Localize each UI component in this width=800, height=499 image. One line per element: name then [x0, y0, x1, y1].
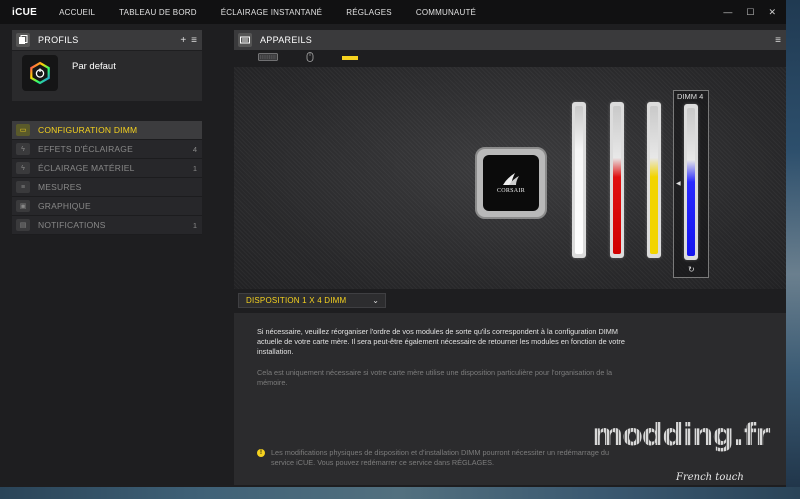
icue-window: iCUE ACCUEIL TABLEAU DE BORD ÉCLAIRAGE I… — [0, 0, 786, 487]
menu-item-graphique[interactable]: ▣ GRAPHIQUE — [12, 197, 202, 216]
devices-menu-icon[interactable]: ≡ — [775, 35, 781, 46]
dimm-module-1[interactable] — [572, 102, 586, 258]
info-note-text: Les modifications physiques de dispositi… — [271, 448, 610, 467]
maximize-button[interactable]: ☐ — [746, 7, 754, 18]
profiles-icon — [16, 33, 30, 47]
mouse-icon[interactable] — [306, 52, 314, 64]
watermark-logo: modding.fr — [592, 418, 782, 453]
dimm-4-arrow-icon: ◀ — [676, 181, 681, 187]
desktop-wallpaper — [786, 0, 800, 499]
dimm-3-light — [650, 106, 658, 254]
lightning-icon: ϟ — [16, 143, 30, 155]
info-warning-icon: ! — [257, 449, 265, 457]
minimize-button[interactable]: — — [723, 7, 732, 18]
profiles-title: PROFILS — [38, 35, 79, 45]
cooler-screen: CORSAIR — [483, 155, 539, 211]
menu-item-effets-eclairage[interactable]: ϟ EFFETS D'ÉCLAIRAGE 4 — [12, 140, 202, 159]
device-menu: ▭ CONFIGURATION DIMM ϟ EFFETS D'ÉCLAIRAG… — [12, 121, 202, 235]
dimm-1-light — [575, 106, 583, 254]
menu-item-notifications[interactable]: ▤ NOTIFICATIONS 1 — [12, 216, 202, 235]
nav-communaute[interactable]: COMMUNAUTÉ — [416, 8, 476, 17]
top-nav: ACCUEIL TABLEAU DE BORD ÉCLAIRAGE INSTAN… — [59, 8, 500, 17]
profiles-header: PROFILS + ≡ — [12, 30, 202, 50]
title-bar: iCUE ACCUEIL TABLEAU DE BORD ÉCLAIRAGE I… — [0, 0, 786, 24]
profiles-actions: + ≡ — [180, 35, 202, 46]
image-icon: ▣ — [16, 200, 30, 212]
dimm-icon: ▭ — [16, 124, 30, 136]
memory-icon[interactable] — [342, 54, 358, 63]
window-controls: — ☐ ✕ — [723, 7, 786, 18]
close-button[interactable]: ✕ — [768, 7, 776, 18]
devices-title: APPAREILS — [260, 35, 313, 45]
dimm-4-light — [687, 108, 695, 256]
info-paragraph-1: Si nécessaire, veuillez réorganiser l'or… — [257, 327, 625, 356]
watermark: modding.fr French touch — [592, 418, 782, 498]
dimm-module-4[interactable] — [684, 104, 698, 260]
dimm-4-label: DIMM 4 — [677, 92, 704, 101]
info-paragraph-2: Cela est uniquement nécessaire si votre … — [257, 368, 613, 387]
menu-item-label: ÉCLAIRAGE MATÉRIEL — [38, 163, 135, 173]
nav-accueil[interactable]: ACCUEIL — [59, 8, 95, 17]
chat-icon: ▤ — [16, 219, 30, 231]
profile-item[interactable]: Par defaut — [12, 51, 202, 101]
cooler-brand: CORSAIR — [496, 188, 526, 194]
menu-item-label: CONFIGURATION DIMM — [38, 125, 138, 135]
nav-tableau-de-bord[interactable]: TABLEAU DE BORD — [119, 8, 197, 17]
cooler-pump-image: CORSAIR — [475, 147, 547, 219]
menu-item-label: EFFETS D'ÉCLAIRAGE — [38, 144, 133, 154]
dimm-2-light — [613, 106, 621, 254]
menu-item-count: 1 — [192, 163, 197, 173]
layout-bar: DISPOSITION 1 X 4 DIMM ⌄ — [234, 290, 786, 312]
menu-item-count: 1 — [192, 220, 197, 230]
dimm-module-3[interactable] — [647, 102, 661, 258]
menu-item-label: NOTIFICATIONS — [38, 220, 106, 230]
chevron-down-icon: ⌄ — [372, 296, 379, 305]
gauge-icon: ≡ — [16, 181, 30, 193]
add-profile-icon[interactable]: + — [180, 35, 186, 46]
menu-item-label: GRAPHIQUE — [38, 201, 91, 211]
lightning-icon: ϟ — [16, 162, 30, 174]
menu-item-label: MESURES — [38, 182, 82, 192]
menu-item-eclairage-materiel[interactable]: ϟ ÉCLAIRAGE MATÉRIEL 1 — [12, 159, 202, 178]
rotate-icon[interactable]: ↻ — [688, 265, 695, 274]
menu-item-count: 4 — [192, 144, 197, 154]
info-note: ! Les modifications physiques de disposi… — [257, 448, 637, 468]
corsair-sails-icon — [503, 173, 519, 185]
devices-icon — [238, 33, 252, 47]
watermark-tagline: French touch — [676, 472, 744, 483]
device-stage: CORSAIR DIMM 4 ◀ ↻ — [234, 67, 786, 289]
keyboard-icon[interactable] — [258, 53, 278, 63]
right-column: APPAREILS ≡ — [234, 30, 786, 64]
app-name: iCUE — [12, 6, 38, 18]
menu-item-mesures[interactable]: ≡ MESURES — [12, 178, 202, 197]
nav-reglages[interactable]: RÉGLAGES — [346, 8, 392, 17]
device-tabs — [234, 52, 786, 64]
nav-eclairage-instantane[interactable]: ÉCLAIRAGE INSTANTANÉ — [221, 8, 323, 17]
devices-actions: ≡ — [775, 35, 786, 46]
devices-header: APPAREILS ≡ — [234, 30, 786, 50]
dimm-layout-dropdown[interactable]: DISPOSITION 1 X 4 DIMM ⌄ — [238, 293, 386, 308]
dimm-module-2[interactable] — [610, 102, 624, 258]
profiles-menu-icon[interactable]: ≡ — [191, 35, 197, 46]
menu-item-configuration-dimm[interactable]: ▭ CONFIGURATION DIMM — [12, 121, 202, 140]
left-column: PROFILS + ≡ Par defaut ▭ CONFIGURATION D… — [12, 30, 202, 235]
icue-logo-icon — [22, 55, 58, 91]
dimm-layout-value: DISPOSITION 1 X 4 DIMM — [246, 296, 347, 305]
profile-name: Par defaut — [72, 61, 116, 72]
